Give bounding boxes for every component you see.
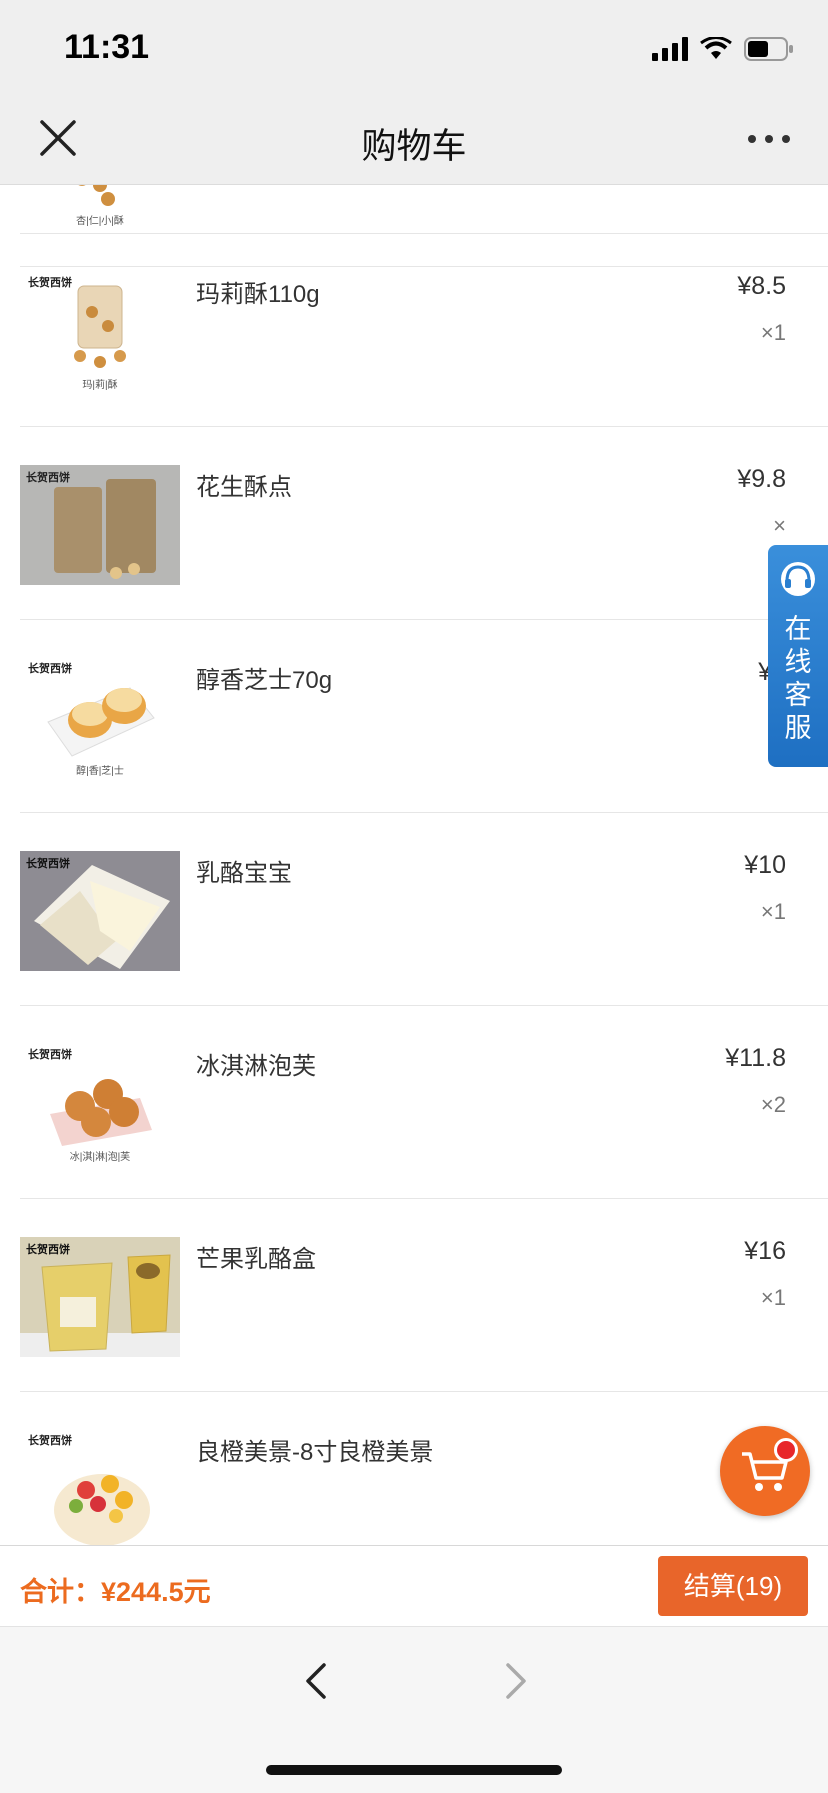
nav-bar: 购物车 <box>0 94 828 185</box>
item-qty: ×1 <box>760 1285 786 1310</box>
brand-logo: 长贺西饼 <box>28 1435 72 1447</box>
brand-logo: 长贺西饼 <box>28 663 72 675</box>
item-price: ¥8.5 <box>737 272 786 300</box>
cart-item[interactable]: 长贺西饼 醇|香|芝|士 醇香芝士70g ¥1 × <box>20 619 828 813</box>
floating-cart-button[interactable] <box>720 1426 810 1516</box>
brand-logo: 长贺西饼 <box>26 472 70 484</box>
signal-icon <box>652 37 688 61</box>
cart-item[interactable]: 长贺西饼 花生酥点 ¥9.8 × <box>20 426 828 620</box>
item-price: ¥9.8 <box>737 465 786 493</box>
status-icons <box>652 34 794 64</box>
brand-logo: 长贺西饼 <box>28 1049 72 1061</box>
item-qty: ×1 <box>760 899 786 924</box>
thumb-caption: 玛|莉|酥 <box>82 380 118 391</box>
product-image: 长贺西饼 玛|莉|酥 <box>20 272 180 392</box>
product-image: 长贺西饼 <box>20 1430 180 1545</box>
browser-toolbar <box>0 1626 828 1793</box>
headset-icon <box>781 562 815 596</box>
product-image: 长贺西饼 <box>20 465 180 585</box>
item-price: ¥10 <box>744 851 786 879</box>
wifi-icon <box>700 37 732 59</box>
item-price: ¥11.8 <box>725 1044 786 1072</box>
cart-badge-dot <box>774 1438 798 1462</box>
back-arrow-icon[interactable] <box>296 1659 336 1703</box>
item-price: ¥16 <box>744 1237 786 1265</box>
item-name: 乳酪宝宝 <box>196 860 292 887</box>
online-service-button[interactable]: 在线客服 <box>768 545 828 767</box>
status-time: 11:31 <box>64 28 150 66</box>
cart-item[interactable]: 长贺西饼 芒果乳酪盒 ¥16 ×1 <box>20 1198 828 1392</box>
item-name: 玛莉酥110g <box>196 281 320 308</box>
cart-item[interactable]: 长贺西饼 乳酪宝宝 ¥10 ×1 <box>20 812 828 1006</box>
product-image: 长贺西饼 <box>20 1237 180 1357</box>
brand-logo: 长贺西饼 <box>28 277 72 289</box>
checkout-button[interactable]: 结算(19) <box>658 1556 808 1616</box>
home-indicator <box>266 1765 562 1775</box>
page-title: 购物车 <box>361 127 467 166</box>
item-qty: ×2 <box>760 1092 786 1117</box>
battery-icon <box>744 37 793 61</box>
cart-list: 杏|仁|小|酥 长贺西饼 玛|莉|酥 玛莉酥110g ¥8.5 ×1 长贺西饼 <box>0 185 828 1545</box>
thumb-caption: 冰|淇|淋|泡|芙 <box>69 1152 131 1163</box>
checkout-bar: 合计：¥244.5元 结算(19) <box>0 1545 828 1626</box>
brand-logo: 长贺西饼 <box>26 1244 70 1256</box>
status-bar: 11:31 <box>0 0 828 94</box>
thumb-caption: 醇|香|芝|士 <box>76 766 124 777</box>
online-service-label: 在线客服 <box>784 614 812 743</box>
brand-logo: 长贺西饼 <box>26 858 70 870</box>
thumb-caption: 杏|仁|小|酥 <box>76 216 124 227</box>
cart-item[interactable]: 长贺西饼 冰|淇|淋|泡|芙 冰淇淋泡芙 ¥11.8 ×2 <box>20 1005 828 1199</box>
item-name: 花生酥点 <box>196 474 292 501</box>
item-name: 良橙美景-8寸良橙美景 <box>196 1439 434 1466</box>
product-image: 长贺西饼 <box>20 851 180 971</box>
item-qty: ×1 <box>760 320 786 345</box>
item-name: 芒果乳酪盒 <box>196 1246 316 1273</box>
forward-arrow-icon[interactable] <box>496 1659 536 1703</box>
more-icon[interactable] <box>744 124 794 154</box>
item-name: 醇香芝士70g <box>196 667 333 694</box>
product-image: 长贺西饼 冰|淇|淋|泡|芙 <box>20 1044 180 1164</box>
item-name: 冰淇淋泡芙 <box>196 1053 316 1080</box>
cart-item[interactable]: 长贺西饼 玛|莉|酥 玛莉酥110g ¥8.5 ×1 <box>20 233 828 427</box>
cart-item[interactable]: 长贺西饼 良橙美景-8寸良橙美景 ×1 <box>20 1391 828 1545</box>
item-qty: × <box>773 513 786 538</box>
product-image: 杏|仁|小|酥 <box>20 185 180 231</box>
total-amount: 合计：¥244.5元 <box>20 1577 211 1607</box>
product-image: 长贺西饼 醇|香|芝|士 <box>20 658 180 778</box>
